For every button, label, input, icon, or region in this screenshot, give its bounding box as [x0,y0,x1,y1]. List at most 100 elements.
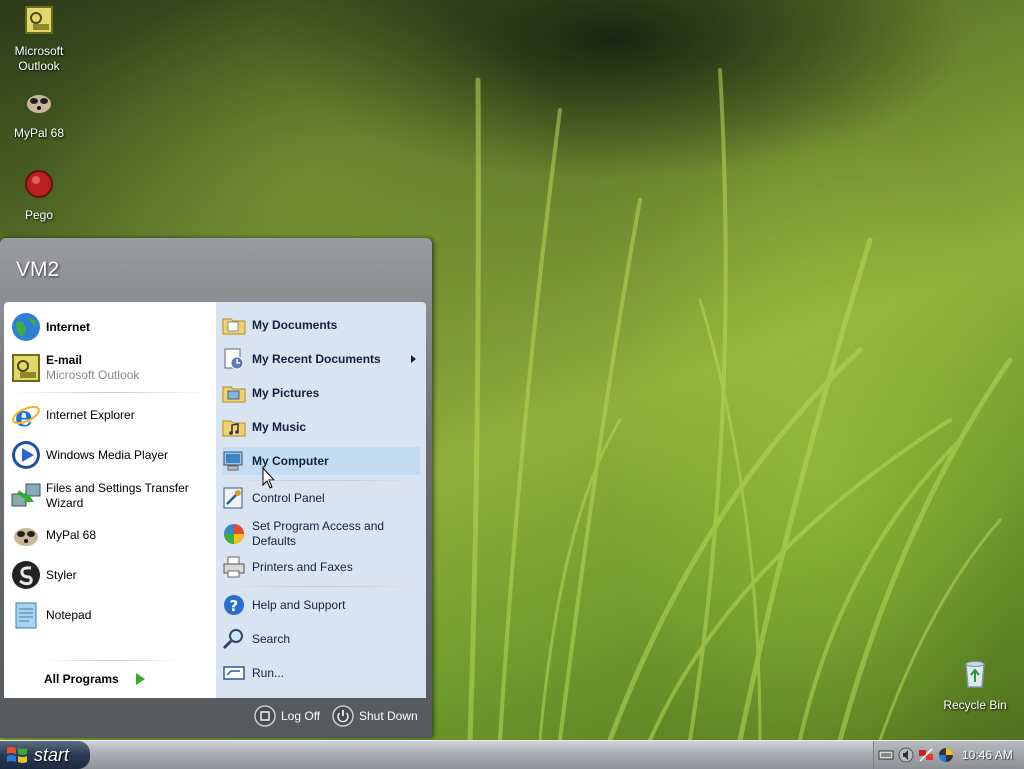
menu-item-email[interactable]: E-mail Microsoft Outlook [10,352,210,384]
internet-explorer-icon: e [12,400,40,431]
menu-item-label: Internet Explorer [46,407,135,422]
printer-icon [223,556,245,578]
menu-item-label: Windows Media Player [46,447,169,462]
menu-item-label: My Recent Documents [252,351,381,366]
log-off-label: Log Off [281,709,321,723]
pego-icon [25,170,53,198]
separator [224,586,418,587]
shut-down-label: Shut Down [359,709,418,723]
menu-item-notepad[interactable]: Notepad [10,599,210,631]
help-icon: ? [224,595,244,615]
transfer-wizard-icon [11,483,41,507]
menu-item-my-music[interactable]: My Music [222,414,420,440]
search-icon [222,629,243,650]
outlook-icon [12,354,40,382]
menu-item-internet[interactable]: Internet [10,311,210,343]
start-menu: VM2 Internet E-mail Microsoft Outlook e … [0,238,432,738]
program-access-icon [224,524,244,544]
menu-item-help-support[interactable]: ? Help and Support [222,592,420,618]
menu-item-search[interactable]: Search [222,626,420,652]
desktop-icon-label: MyPal 68 [13,126,65,140]
internet-globe-icon [12,313,40,341]
menu-item-my-computer[interactable]: My Computer [222,447,420,475]
desktop-icon-label: Microsoft [14,44,64,58]
menu-item-label: Defaults [252,534,297,548]
media-player-icon [12,441,40,469]
network-icon[interactable] [918,747,934,763]
menu-item-label: Help and Support [252,597,346,612]
clock[interactable]: 10:46 AM [962,748,1013,762]
menu-item-label: Set Program Access and [252,519,385,533]
desktop-icon-label: Outlook [18,59,60,73]
separator [44,660,180,661]
all-programs-label: All Programs [44,672,119,686]
computer-icon [223,451,243,471]
menu-item-label: Internet [46,319,91,334]
separator [12,392,208,393]
all-programs-button[interactable]: All Programs [44,672,147,686]
submenu-arrow-icon [411,355,416,363]
security-icon[interactable] [938,747,954,763]
outlook-icon [25,6,53,34]
log-off-icon [254,705,276,727]
log-off-button[interactable]: Log Off [254,705,320,727]
folder-pictures-icon [222,386,246,403]
user-name: VM2 [16,258,60,281]
folder-music-icon [222,420,246,437]
start-label: start [34,744,70,765]
menu-item-transfer-wizard[interactable]: Files and Settings Transfer Wizard [10,480,210,512]
recent-documents-icon [224,348,244,370]
separator [224,480,418,481]
menu-item-internet-explorer[interactable]: e Internet Explorer [10,399,210,431]
desktop-icon-label: Pego [24,208,54,222]
menu-item-my-pictures[interactable]: My Pictures [222,380,420,406]
menu-item-label: Printers and Faxes [252,559,353,574]
desktop-icon-outlook[interactable]: Microsoft Outlook [0,4,78,74]
menu-item-printers-faxes[interactable]: Printers and Faxes [222,554,420,580]
svg-text:e: e [15,400,33,431]
start-menu-left-pane: Internet E-mail Microsoft Outlook e Inte… [4,302,216,698]
arrow-right-icon [135,673,145,685]
menu-item-label: MyPal 68 [46,527,97,542]
svg-text:?: ? [230,597,239,615]
styler-icon [12,561,40,589]
menu-item-control-panel[interactable]: Control Panel [222,485,420,511]
start-menu-footer: Log Off Shut Down [0,698,432,738]
desktop-icon-label: Recycle Bin [943,698,1007,712]
control-panel-icon [223,487,243,509]
menu-item-label: Run... [252,665,285,680]
taskbar: start 10:46 AM [0,740,1024,769]
menu-item-sublabel: Microsoft Outlook [46,368,140,382]
menu-item-label: Files and Settings Transfer [46,481,189,495]
system-tray: 10:46 AM [873,741,1024,769]
desktop-icon-pego[interactable]: Pego [0,168,78,223]
desktop-icon-mypal[interactable]: MyPal 68 [0,86,78,141]
menu-item-mypal[interactable]: MyPal 68 [10,519,210,551]
menu-item-my-recent-documents[interactable]: My Recent Documents [222,346,420,372]
recycle-bin-icon [965,661,985,688]
run-icon [223,666,245,680]
windows-logo-icon [7,747,27,763]
menu-item-label: Notepad [46,607,92,622]
desktop-icon-recycle-bin[interactable]: Recycle Bin [936,658,1014,713]
menu-item-styler[interactable]: Styler [10,559,210,591]
menu-item-run[interactable]: Run... [222,660,420,686]
menu-item-label: My Pictures [252,385,320,400]
menu-item-label: My Documents [252,317,338,332]
menu-item-label: E-mail [46,353,83,367]
folder-documents-icon [222,318,246,335]
menu-item-label: Search [252,631,291,646]
menu-item-set-program-access[interactable]: Set Program Access and Defaults [222,517,420,551]
menu-item-label: My Music [252,419,307,434]
shut-down-button[interactable]: Shut Down [332,705,418,727]
menu-item-windows-media-player[interactable]: Windows Media Player [10,439,210,471]
mypal-icon [27,95,51,113]
power-icon [332,705,354,727]
start-button[interactable]: start [0,741,90,769]
keyboard-icon[interactable] [878,747,894,763]
notepad-icon [15,602,37,629]
menu-item-label: Control Panel [252,490,325,505]
volume-icon[interactable] [898,747,914,763]
start-menu-right-pane: My Documents My Recent Documents My Pict… [216,302,426,698]
menu-item-my-documents[interactable]: My Documents [222,312,420,338]
